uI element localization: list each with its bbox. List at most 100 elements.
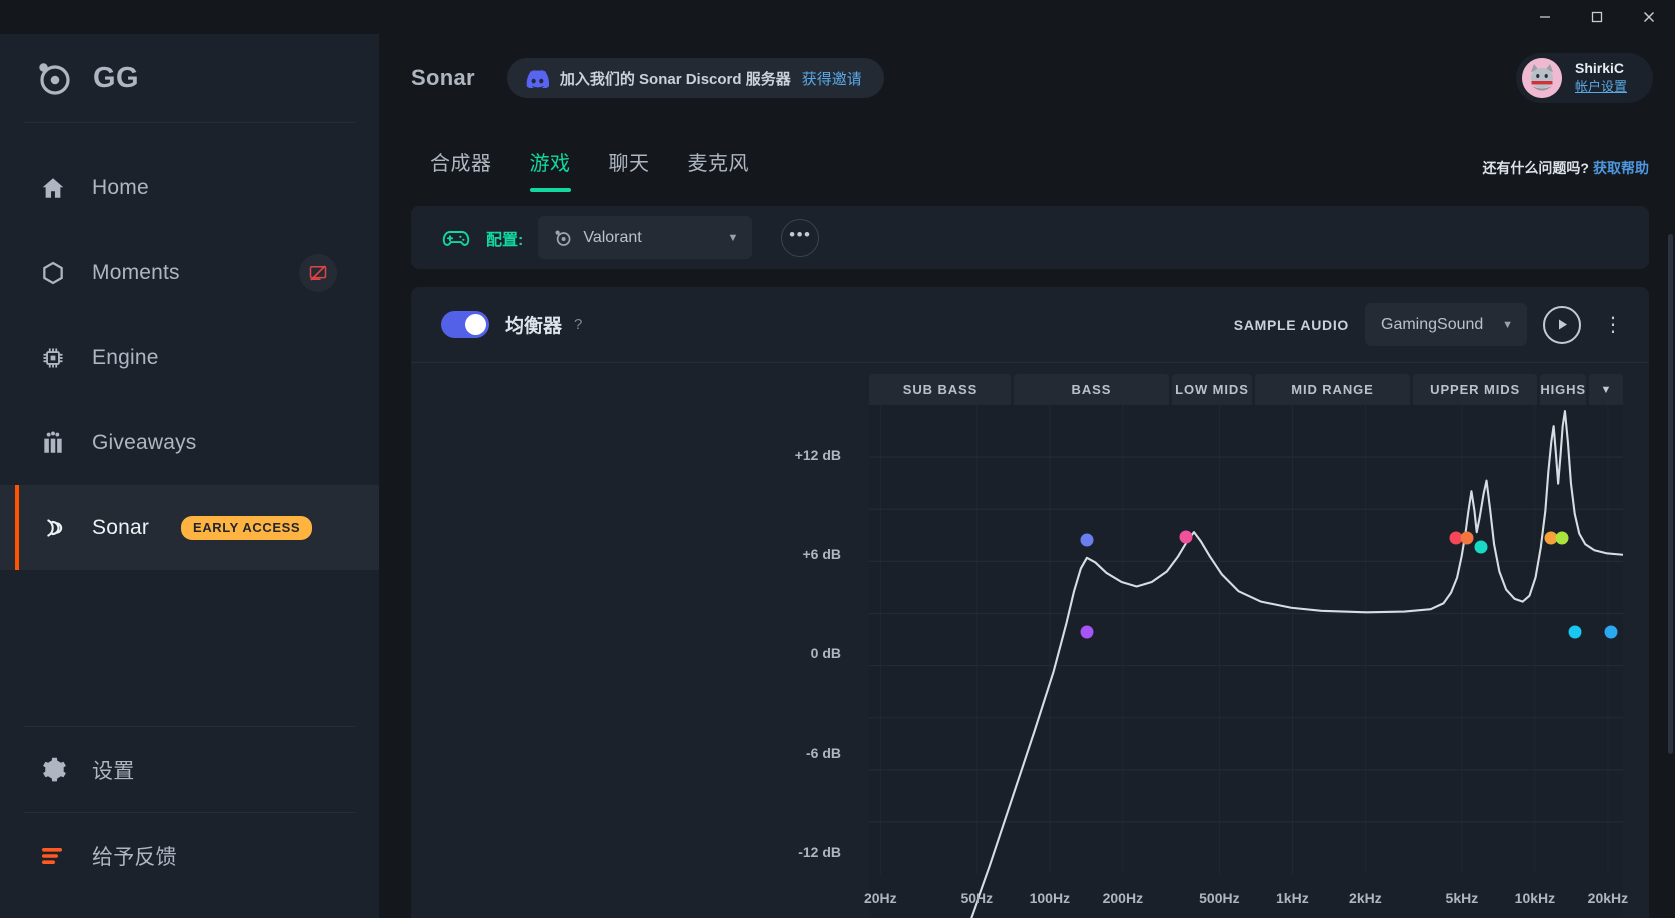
page-title: Sonar [411, 65, 475, 90]
sidebar-item-giveaways[interactable]: Giveaways [0, 400, 379, 485]
x-tick-label: 200Hz [1102, 890, 1144, 906]
sidebar-flex-spacer [0, 570, 379, 726]
equalizer-menu-button[interactable]: ⋮ [1603, 315, 1623, 335]
x-tick-label: 2kHz [1349, 890, 1382, 906]
sample-audio-label: SAMPLE AUDIO [1233, 316, 1349, 333]
gear-icon [36, 753, 70, 787]
profile-select-value: Valorant [583, 228, 642, 246]
y-tick-label: +12 dB [794, 446, 841, 463]
x-tick-label: 1kHz [1276, 890, 1309, 906]
tabs: 合成器 游戏 聊天 麦克风 [411, 147, 768, 192]
profile-select[interactable]: Valorant ▼ [538, 216, 753, 259]
user-account-box[interactable]: ShirkiC 帐户设置 [1515, 53, 1653, 103]
home-icon [36, 171, 70, 205]
equalizer-graph: +12 dB +6 dB 0 dB -6 dB -12 dB 20Hz 50Hz 100Hz… [411, 405, 1649, 918]
sidebar-item-moments[interactable]: Moments [0, 230, 379, 315]
avatar [1521, 58, 1562, 98]
equalizer-toggle[interactable] [441, 311, 489, 338]
gift-icon [36, 426, 70, 460]
profile-more-button[interactable]: ••• [781, 218, 820, 257]
tab-microphone[interactable]: 麦克风 [669, 147, 769, 192]
eq-band-handle[interactable] [1080, 533, 1094, 547]
equalizer-header: 均衡器 ? SAMPLE AUDIO GamingSound ▼ ⋮ [411, 287, 1649, 362]
eq-band-handle[interactable] [1080, 625, 1094, 639]
sidebar-item-engine[interactable]: Engine [0, 315, 379, 400]
sidebar-item-label: 给予反馈 [92, 845, 177, 869]
feedback-icon [36, 839, 70, 873]
eq-band-handle[interactable] [1568, 625, 1582, 639]
band-highs[interactable]: HIGHS [1540, 374, 1586, 405]
screen-off-icon[interactable] [299, 253, 337, 292]
y-tick-label: -12 dB [798, 843, 841, 860]
band-low-mids[interactable]: LOW MIDS [1171, 374, 1253, 405]
sample-audio-select[interactable]: GamingSound ▼ [1365, 303, 1527, 346]
x-tick-label: 20Hz [863, 890, 897, 906]
maximize-button[interactable] [1571, 0, 1623, 34]
gamepad-icon [441, 223, 471, 253]
main-scrollbar[interactable] [1668, 234, 1673, 754]
y-tick-label: +6 dB [802, 545, 841, 562]
equalizer-title: 均衡器 [505, 316, 563, 337]
hexagon-icon [36, 256, 70, 290]
equalizer-help-icon[interactable]: ? [574, 316, 582, 333]
help-question: 还有什么问题吗? [1482, 160, 1589, 176]
close-button[interactable] [1623, 0, 1675, 34]
x-tick-label: 50Hz [960, 890, 994, 906]
discord-invite-banner[interactable]: 加入我们的 Sonar Discord 服务器 获得邀请 [506, 58, 884, 98]
sidebar-item-label: Engine [92, 345, 159, 369]
discord-invite-link[interactable]: 获得邀请 [802, 68, 862, 89]
help-prompt: 还有什么问题吗? 获取帮助 [1482, 158, 1649, 192]
band-mid-range[interactable]: MID RANGE [1255, 374, 1410, 405]
eq-band-handle[interactable] [1474, 540, 1488, 554]
band-bass[interactable]: BASS [1013, 374, 1169, 405]
sidebar-item-home[interactable]: Home [0, 145, 379, 230]
window-titlebar [0, 0, 1675, 34]
chevron-down-icon: ▼ [1502, 318, 1513, 331]
y-axis-labels: +12 dB +6 dB 0 dB -6 dB -12 dB [411, 405, 869, 918]
tab-chat[interactable]: 聊天 [590, 147, 669, 192]
eq-band-handle[interactable] [1604, 625, 1618, 639]
sidebar-item-settings[interactable]: 设置 [0, 727, 379, 812]
frequency-bands-row: SUB BASS BASS LOW MIDS MID RANGE UPPER M… [411, 363, 1649, 405]
sample-audio-value: GamingSound [1381, 315, 1484, 333]
y-tick-label: 0 dB [810, 645, 841, 662]
x-tick-label: 500Hz [1199, 890, 1240, 906]
sidebar: GG Home Moments Engine Giveaways Sonar E… [0, 34, 379, 918]
main-content: Sonar 加入我们的 Sonar Discord 服务器 获得邀请 Shirk… [379, 34, 1675, 918]
toggle-knob [465, 314, 486, 335]
band-sub-bass[interactable]: SUB BASS [869, 374, 1011, 405]
y-tick-label: -6 dB [806, 744, 841, 761]
user-name: ShirkiC [1574, 60, 1624, 76]
content-area: 配置: Valorant ▼ ••• 均衡器 ? SAMPLE AUDIO Ga… [379, 192, 1675, 918]
sidebar-item-sonar[interactable]: Sonar EARLY ACCESS [0, 485, 379, 570]
sonar-icon [36, 511, 70, 545]
sidebar-item-label: Giveaways [92, 430, 197, 454]
eq-band-handle[interactable] [1555, 531, 1569, 545]
cpu-icon [36, 341, 70, 375]
eq-band-handle[interactable] [1179, 530, 1193, 544]
eq-plot[interactable]: 20Hz 50Hz 100Hz 200Hz 500Hz 1kHz 2kHz 5kHz 10kHz… [864, 405, 1628, 918]
band-upper-mids[interactable]: UPPER MIDS [1412, 374, 1538, 405]
brand-label: GG [93, 61, 140, 94]
config-bar: 配置: Valorant ▼ ••• [411, 206, 1649, 269]
discord-icon [525, 69, 549, 89]
minimize-button[interactable] [1519, 0, 1571, 34]
steelseries-small-icon [554, 229, 572, 247]
bands-expand-icon[interactable]: ▼ [1589, 374, 1623, 405]
account-settings-link[interactable]: 帐户设置 [1575, 79, 1627, 94]
sonar-app: GG Home Moments Engine Giveaways Sonar E… [0, 0, 1675, 918]
x-tick-label: 100Hz [1029, 890, 1071, 906]
early-access-badge: EARLY ACCESS [181, 515, 313, 540]
tab-game[interactable]: 游戏 [511, 147, 590, 192]
sidebar-item-label: 设置 [92, 759, 135, 783]
sidebar-item-label: Home [92, 175, 149, 199]
tabs-row: 合成器 游戏 聊天 麦克风 还有什么问题吗? 获取帮助 [379, 122, 1675, 192]
sidebar-item-feedback[interactable]: 给予反馈 [0, 813, 379, 898]
get-help-link[interactable]: 获取帮助 [1593, 160, 1649, 176]
eq-band-handle[interactable] [1460, 531, 1474, 545]
tab-mixer[interactable]: 合成器 [411, 147, 511, 192]
play-sample-button[interactable] [1543, 305, 1581, 344]
equalizer-header-right: SAMPLE AUDIO GamingSound ▼ ⋮ [1234, 303, 1623, 346]
brand: GG [0, 34, 379, 122]
x-tick-label: 20kHz [1587, 890, 1629, 906]
